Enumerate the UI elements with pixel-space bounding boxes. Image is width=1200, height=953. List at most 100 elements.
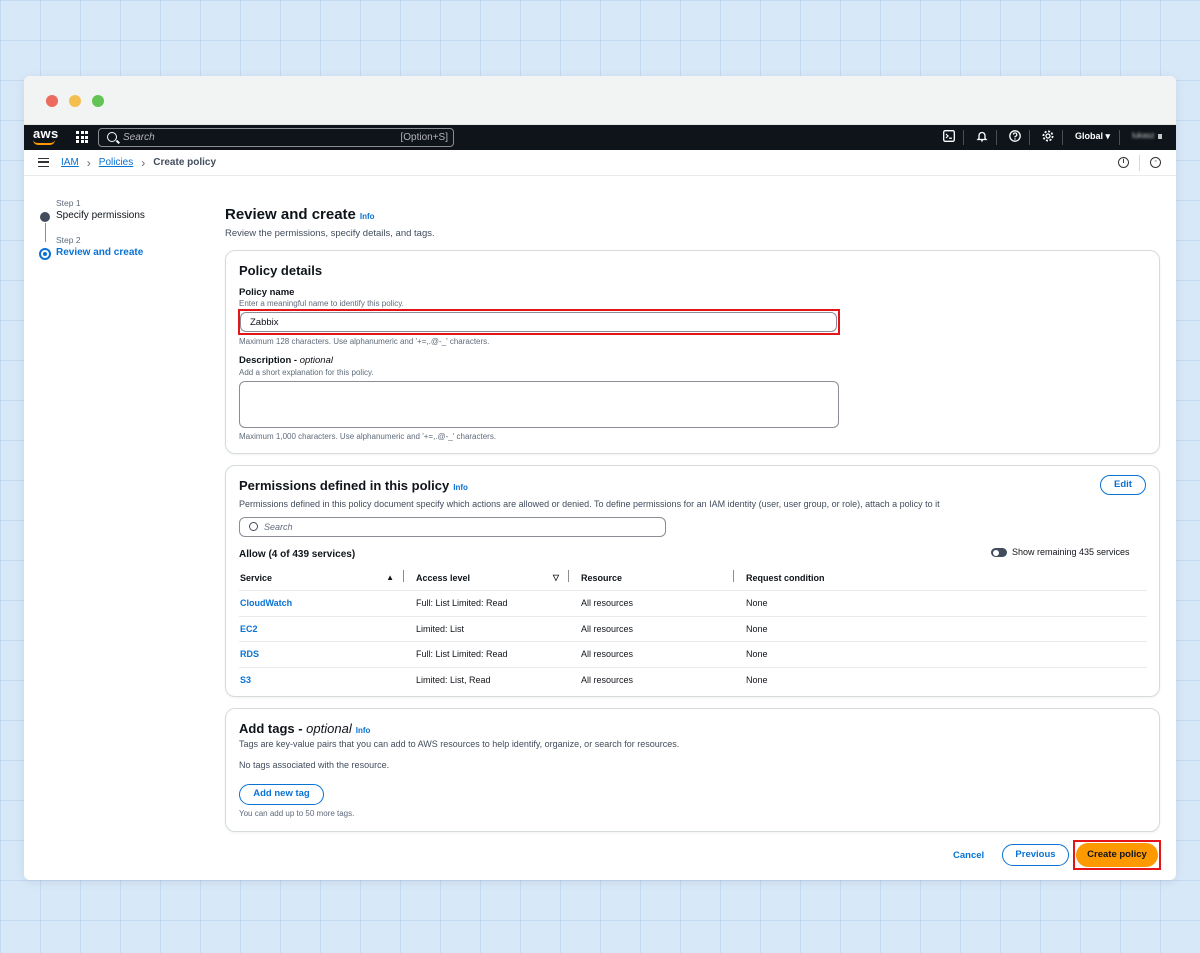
page-info-link[interactable]: Info	[360, 212, 375, 221]
description-constraint: Maximum 1,000 characters. Use alphanumer…	[239, 432, 497, 441]
table-row: EC2 Limited: List All resources None	[239, 615, 1147, 642]
tags-limit: You can add up to 50 more tags.	[239, 809, 355, 818]
tags-optional: optional	[306, 721, 352, 736]
breadcrumb-chevron-icon: ›	[86, 155, 91, 170]
condition-cell: None	[746, 674, 768, 685]
region-selector[interactable]: Global ▾	[1075, 131, 1110, 142]
aws-top-navigation: aws Search [Option+S] Global ▾ lukasz	[24, 125, 1176, 150]
policy-name-highlight	[238, 309, 840, 335]
add-new-tag-button[interactable]: Add new tag	[239, 784, 324, 805]
sort-descending-icon[interactable]: ▽	[553, 573, 559, 582]
step-1-label: Step 1	[56, 198, 81, 208]
column-resource: Resource	[568, 570, 733, 583]
description-textarea[interactable]	[239, 381, 839, 428]
account-menu[interactable]: lukasz	[1132, 131, 1155, 140]
search-icon	[249, 522, 258, 531]
tools-panel-icon[interactable]: ◦	[1150, 157, 1161, 168]
permissions-search-input[interactable]: Search	[239, 517, 666, 537]
breadcrumb-iam-link[interactable]: IAM	[61, 157, 79, 168]
resource-cell: All resources	[581, 598, 634, 609]
wizard-step-1[interactable]: Step 1 Specify permissions	[38, 198, 145, 242]
service-link-s3[interactable]: S3	[240, 675, 251, 685]
show-remaining-toggle[interactable]	[991, 548, 1007, 557]
permissions-description: Permissions defined in this policy docum…	[239, 499, 940, 509]
step-2-label: Step 2	[56, 235, 81, 245]
create-policy-highlight	[1073, 840, 1161, 870]
minimize-window-button[interactable]	[69, 95, 81, 107]
notifications-bell-icon[interactable]	[975, 130, 989, 144]
aws-logo[interactable]: aws	[33, 127, 58, 140]
table-row: CloudWatch Full: List Limited: Read All …	[239, 590, 1147, 616]
service-link-cloudwatch[interactable]: CloudWatch	[240, 598, 292, 608]
allow-heading: Allow (4 of 439 services)	[239, 549, 356, 560]
permissions-title: Permissions defined in this policy	[239, 478, 450, 493]
resource-cell: All resources	[581, 649, 634, 660]
tags-description: Tags are key-value pairs that you can ad…	[239, 739, 680, 749]
window-titlebar	[24, 76, 1176, 125]
permissions-table: Service ▲ Access level ▽ Resource Request …	[239, 566, 1147, 692]
info-panel-icon[interactable]: i	[1118, 157, 1129, 168]
breadcrumb-bar: IAM › Policies › Create policy i ◦	[24, 150, 1176, 176]
breadcrumb-current: Create policy	[153, 157, 217, 168]
permissions-card: Permissions defined in this policy Info E…	[225, 465, 1160, 697]
policy-name-label: Policy name	[239, 287, 295, 298]
permissions-search-placeholder: Search	[264, 522, 293, 532]
help-icon[interactable]	[1008, 130, 1022, 144]
table-header-row: Service ▲ Access level ▽ Resource Request …	[239, 566, 1147, 590]
policy-name-constraint: Maximum 128 characters. Use alphanumeric…	[239, 337, 490, 346]
close-window-button[interactable]	[46, 95, 58, 107]
sort-ascending-icon[interactable]: ▲	[386, 573, 394, 582]
access-level-cell: Limited: List	[416, 623, 465, 634]
tags-info-link[interactable]: Info	[356, 726, 371, 735]
cloudshell-icon[interactable]	[942, 130, 956, 144]
access-level-cell: Limited: List, Read	[416, 674, 491, 685]
cancel-button[interactable]: Cancel	[953, 850, 984, 861]
column-access-level[interactable]: Access level ▽	[403, 570, 568, 583]
services-grid-icon[interactable]	[76, 131, 88, 143]
previous-button[interactable]: Previous	[1002, 844, 1069, 866]
wizard-step-2[interactable]: Step 2 Review and create	[38, 235, 145, 260]
condition-cell: None	[746, 598, 768, 609]
condition-cell: None	[746, 623, 768, 634]
step-complete-dot-icon	[40, 212, 50, 222]
browser-window: aws Search [Option+S] Global ▾ lukasz IA…	[24, 76, 1176, 880]
policy-details-card: Policy details Policy name Enter a meani…	[225, 250, 1160, 454]
tags-empty-message: No tags associated with the resource.	[239, 760, 390, 770]
settings-gear-icon[interactable]	[1041, 130, 1055, 144]
account-dropdown-icon[interactable]	[1158, 134, 1162, 139]
access-level-cell: Full: List Limited: Read	[416, 649, 508, 660]
condition-cell: None	[746, 649, 768, 660]
tags-card: Add tags - optional Info Tags are key-val…	[225, 708, 1160, 832]
breadcrumb-policies-link[interactable]: Policies	[99, 157, 133, 168]
permissions-header: Permissions defined in this policy Info	[239, 477, 468, 495]
page-title: Review and create	[225, 206, 356, 223]
service-link-rds[interactable]: RDS	[240, 649, 259, 659]
description-hint: Add a short explanation for this policy.	[239, 368, 374, 377]
search-icon	[107, 132, 117, 142]
menu-hamburger-icon[interactable]	[38, 158, 49, 167]
access-level-cell: Full: List Limited: Read	[416, 598, 508, 609]
column-request-condition: Request condition	[733, 570, 1147, 583]
resource-cell: All resources	[581, 674, 634, 685]
step-2-name: Review and create	[56, 247, 144, 258]
policy-details-title: Policy details	[239, 263, 323, 278]
description-label: Description - optional	[239, 355, 333, 366]
policy-name-hint: Enter a meaningful name to identify this…	[239, 299, 404, 308]
breadcrumb-chevron-icon: ›	[141, 155, 146, 170]
table-row: RDS Full: List Limited: Read All resourc…	[239, 641, 1147, 667]
aws-logo-smile-icon	[33, 140, 55, 145]
maximize-window-button[interactable]	[92, 95, 104, 107]
permissions-info-link[interactable]: Info	[453, 483, 468, 492]
tags-header: Add tags - optional Info	[239, 720, 370, 738]
column-service[interactable]: Service ▲	[239, 573, 403, 583]
service-link-ec2[interactable]: EC2	[240, 624, 258, 634]
global-search-input[interactable]: Search [Option+S]	[98, 128, 454, 147]
step-1-name: Specify permissions	[56, 210, 145, 221]
edit-permissions-button[interactable]: Edit	[1100, 475, 1146, 495]
page-description: Review the permissions, specify details,…	[225, 228, 435, 239]
resource-cell: All resources	[581, 623, 634, 634]
show-remaining-label: Show remaining 435 services	[1012, 547, 1130, 557]
table-row: S3 Limited: List, Read All resources Non…	[239, 666, 1147, 693]
search-shortcut: [Option+S]	[400, 132, 448, 143]
search-placeholder: Search	[123, 132, 155, 143]
